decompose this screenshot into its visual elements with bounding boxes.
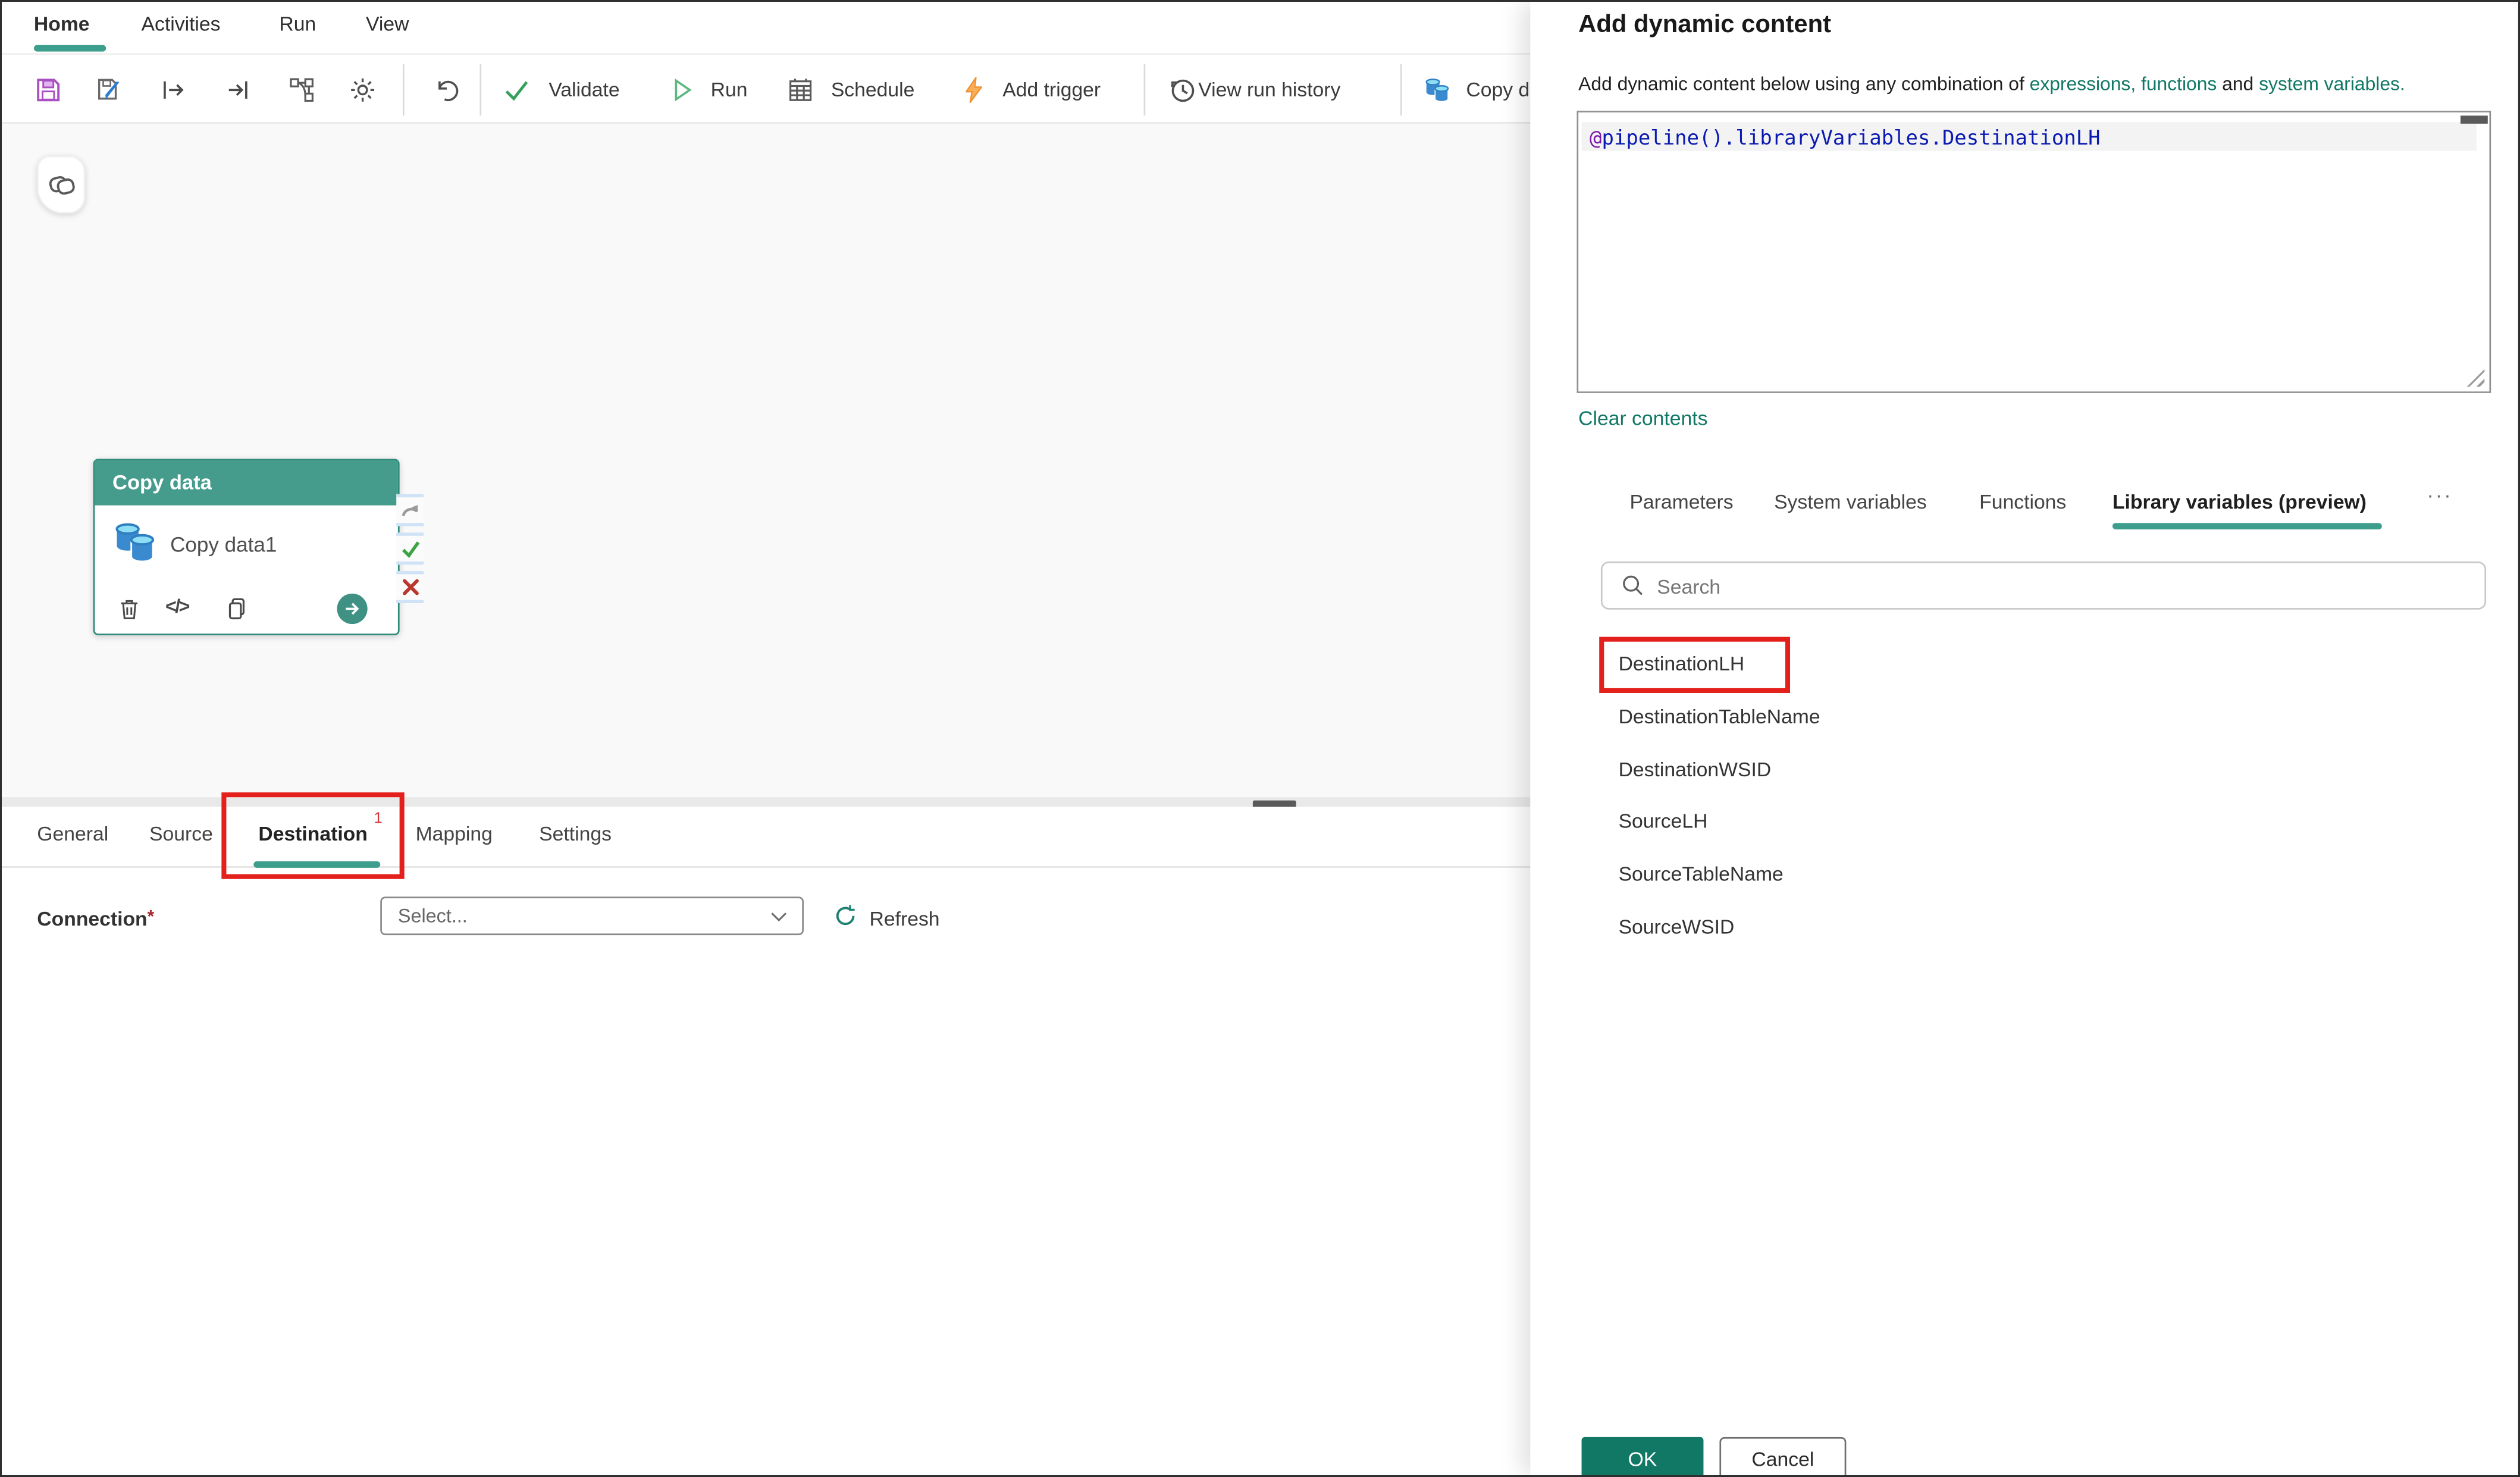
export-icon[interactable]	[159, 76, 188, 105]
menu-activities[interactable]: Activities	[142, 13, 221, 36]
on-skip-connector[interactable]	[396, 494, 424, 526]
scrollbar-thumb[interactable]	[2461, 115, 2488, 123]
tab-system-variables[interactable]: System variables	[1774, 491, 1927, 513]
settings-gear-icon[interactable]	[348, 76, 377, 105]
code-icon[interactable]: </>	[165, 595, 189, 618]
active-panel-tab-indicator	[2112, 523, 2382, 528]
active-tab-indicator	[253, 861, 380, 867]
search-icon	[1620, 573, 1645, 598]
refresh-button[interactable]: Refresh	[870, 908, 940, 930]
toolbar-separator	[403, 64, 405, 115]
connection-label: Connection*	[37, 908, 154, 930]
menu-bar: Home Activities Run View	[2, 2, 1538, 53]
schedule-button[interactable]: Schedule	[831, 79, 915, 101]
tab-settings[interactable]: Settings	[539, 823, 612, 845]
toolbar-separator	[1400, 64, 1402, 115]
variable-item-destinationwsid[interactable]: DestinationWSID	[1594, 744, 2099, 795]
menu-home[interactable]: Home	[34, 13, 90, 36]
activity-name[interactable]: Copy data1	[170, 532, 277, 556]
next-activity-arrow-button[interactable]	[337, 594, 367, 624]
active-menu-indicator	[34, 45, 106, 51]
toolbar-separator	[1144, 64, 1146, 115]
panel-subtitle: Add dynamic content below using any comb…	[1578, 73, 2405, 95]
required-asterisk: *	[148, 908, 155, 927]
search-input[interactable]	[1654, 565, 2462, 609]
variable-item-sourcelh[interactable]: SourceLH	[1594, 796, 2099, 847]
connection-select[interactable]: Select...	[380, 896, 804, 935]
add-dynamic-content-panel: Add dynamic content Add dynamic content …	[1530, 2, 2516, 1476]
panel-splitter[interactable]	[2, 797, 1538, 807]
tab-functions[interactable]: Functions	[1979, 491, 2066, 513]
view-run-history-button[interactable]: View run history	[1198, 79, 1340, 101]
run-icon[interactable]	[667, 76, 697, 105]
on-success-connector[interactable]	[396, 532, 424, 565]
variable-item-destinationlh[interactable]: DestinationLH	[1594, 638, 2099, 689]
expressions-functions-link[interactable]: expressions, functions	[2030, 73, 2217, 95]
on-fail-connector[interactable]	[396, 571, 424, 603]
destination-error-badge: 1	[374, 810, 382, 828]
clear-contents-link[interactable]: Clear contents	[1578, 407, 1707, 430]
ok-button[interactable]: OK	[1582, 1437, 1704, 1477]
copilot-button[interactable]	[37, 156, 85, 214]
delete-activity-icon[interactable]	[115, 595, 143, 623]
schedule-calendar-icon[interactable]	[786, 76, 815, 105]
run-history-clock-icon[interactable]	[1168, 76, 1197, 105]
tab-general[interactable]: General	[37, 823, 108, 845]
cancel-button[interactable]: Cancel	[1719, 1437, 1846, 1477]
import-icon[interactable]	[223, 76, 252, 105]
undo-icon[interactable]	[432, 76, 461, 105]
activity-node-header[interactable]: Copy data	[95, 460, 398, 505]
variable-search[interactable]	[1601, 562, 2486, 610]
reference-icon[interactable]	[287, 76, 316, 105]
properties-panel: General Source Destination 1 Mapping Set…	[2, 807, 1538, 1475]
resize-grip[interactable]	[2467, 369, 2485, 387]
tab-source[interactable]: Source	[149, 823, 213, 845]
validate-button[interactable]: Validate	[548, 79, 619, 101]
add-trigger-bolt-icon[interactable]	[960, 76, 989, 105]
panel-title: Add dynamic content	[1578, 11, 1831, 40]
add-trigger-button[interactable]: Add trigger	[1002, 79, 1101, 101]
variable-item-destinationtablename[interactable]: DestinationTableName	[1594, 691, 2099, 742]
copilot-icon	[46, 170, 76, 200]
pipeline-editor: Home Activities Run View	[2, 2, 2516, 1476]
variable-item-sourcewsid[interactable]: SourceWSID	[1594, 901, 2099, 952]
save-as-icon[interactable]	[95, 76, 124, 105]
copy-data-node-icon	[111, 518, 159, 566]
refresh-icon[interactable]	[833, 903, 858, 929]
variable-item-sourcetablename[interactable]: SourceTableName	[1594, 848, 2099, 899]
system-variables-link[interactable]: system variables.	[2259, 73, 2405, 95]
tab-destination[interactable]: Destination	[258, 823, 367, 845]
chevron-down-icon	[770, 911, 788, 923]
tab-library-variables[interactable]: Library variables (preview)	[2112, 491, 2367, 513]
validate-icon[interactable]	[502, 76, 531, 105]
screenshot-frame: Home Activities Run View	[0, 0, 2520, 1477]
expression-text[interactable]: @pipeline().libraryVariables.Destination…	[1590, 126, 2101, 149]
menu-run[interactable]: Run	[279, 13, 316, 36]
connection-select-value: Select...	[398, 905, 468, 927]
expression-editor[interactable]: @pipeline().libraryVariables.Destination…	[1576, 111, 2491, 393]
save-icon[interactable]	[34, 76, 63, 105]
copy-data-activity-node[interactable]: Copy data Copy data1 </>	[93, 459, 400, 635]
clone-activity-icon[interactable]	[223, 595, 250, 623]
copy-data-tool-button[interactable]: Copy d	[1466, 79, 1529, 101]
tab-mapping[interactable]: Mapping	[416, 823, 493, 845]
tabs-overflow-button[interactable]: ···	[2427, 483, 2452, 507]
tab-divider	[2, 866, 1538, 868]
copy-data-cylinders-icon[interactable]	[1423, 76, 1452, 105]
tab-parameters[interactable]: Parameters	[1629, 491, 1733, 513]
menu-view[interactable]: View	[366, 13, 409, 36]
toolbar-separator	[479, 64, 481, 115]
toolbar: Validate Run Schedule Add trigger View r…	[2, 53, 1538, 124]
pipeline-canvas[interactable]: Copy data Copy data1 </>	[2, 124, 1538, 797]
run-button[interactable]: Run	[711, 79, 748, 101]
